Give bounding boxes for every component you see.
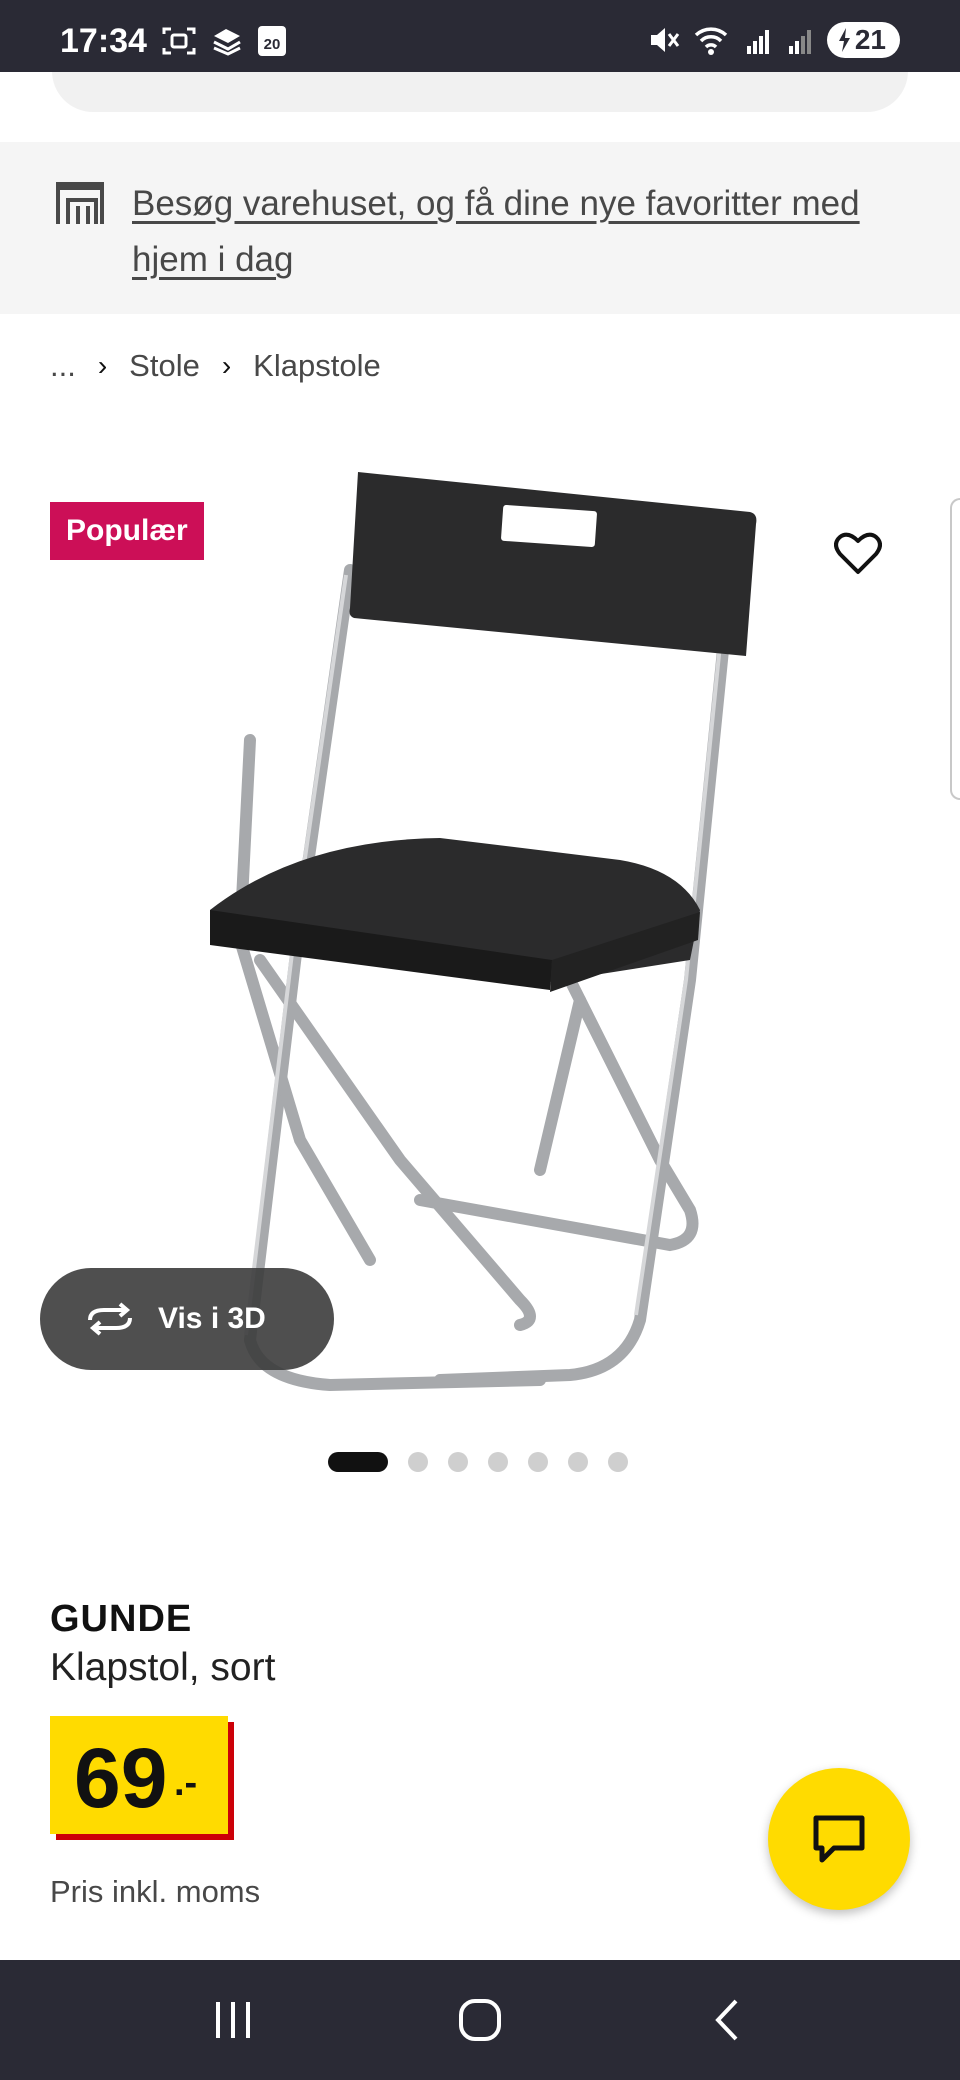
- popular-badge: Populær: [50, 502, 204, 560]
- calendar-icon: 20: [258, 26, 286, 56]
- carousel-dot[interactable]: [568, 1452, 588, 1472]
- store-visit-link[interactable]: Besøg varehuset, og få dine nye favoritt…: [132, 176, 912, 288]
- mute-icon: [650, 28, 680, 52]
- carousel-dot[interactable]: [488, 1452, 508, 1472]
- layers-icon: [213, 29, 241, 56]
- view-3d-button[interactable]: Vis i 3D: [40, 1268, 334, 1370]
- wifi-icon: [694, 27, 728, 55]
- recent-apps-button[interactable]: [193, 1980, 273, 2060]
- product-image[interactable]: [0, 440, 960, 1400]
- view-3d-label: Vis i 3D: [158, 1302, 266, 1335]
- image-carousel-dots: [328, 1452, 628, 1472]
- breadcrumb-item-stole[interactable]: Stole: [129, 348, 200, 384]
- battery-level: 21: [854, 24, 886, 55]
- price-suffix: .-: [174, 1762, 198, 1804]
- chair-handle: [501, 504, 597, 548]
- signal-r-icon: [746, 30, 769, 54]
- system-icons: 21: [647, 22, 900, 58]
- status-bar: 17:34 20 21: [0, 0, 960, 72]
- battery-indicator: 21: [826, 22, 900, 58]
- chat-icon: [813, 1815, 865, 1863]
- carousel-dot-active[interactable]: [328, 1452, 388, 1472]
- home-button[interactable]: [440, 1980, 520, 2060]
- store-icon: [56, 182, 104, 224]
- breadcrumb: ... › Stole › Klapstole: [50, 348, 381, 384]
- breadcrumb-item-klapstole[interactable]: Klapstole: [253, 348, 381, 384]
- system-nav-bar: [0, 1960, 960, 2080]
- chair-backrest: [349, 472, 757, 656]
- notification-icons: 20: [162, 26, 286, 56]
- price-integer: 69: [74, 1731, 168, 1825]
- chevron-right-icon: ›: [97, 350, 108, 381]
- chevron-right-icon: ›: [221, 350, 232, 381]
- back-icon: [714, 1999, 738, 2041]
- side-panel-handle[interactable]: [950, 498, 960, 800]
- carousel-dot[interactable]: [608, 1452, 628, 1472]
- signal-icon: [788, 30, 811, 54]
- battery-charging-icon: [838, 28, 850, 52]
- carousel-dot[interactable]: [448, 1452, 468, 1472]
- breadcrumb-ellipsis[interactable]: ...: [50, 348, 76, 384]
- back-button[interactable]: [687, 1980, 767, 2060]
- status-time: 17:34: [60, 22, 147, 60]
- price-tag: 69 .-: [50, 1716, 228, 1834]
- product-description: Klapstol, sort: [50, 1646, 276, 1689]
- home-icon: [458, 1999, 501, 2041]
- recent-apps-icon: [216, 2002, 251, 2038]
- screenshot-icon: [162, 27, 196, 55]
- carousel-dot[interactable]: [528, 1452, 548, 1472]
- price-note: Pris inkl. moms: [50, 1874, 261, 1909]
- carousel-dot[interactable]: [408, 1452, 428, 1472]
- product-name: GUNDE: [50, 1598, 193, 1640]
- favorite-button[interactable]: [828, 524, 888, 584]
- rotate-3d-icon: [88, 1302, 132, 1336]
- calendar-day: 20: [263, 36, 281, 53]
- heart-icon: [834, 532, 882, 574]
- chat-button[interactable]: [768, 1768, 910, 1910]
